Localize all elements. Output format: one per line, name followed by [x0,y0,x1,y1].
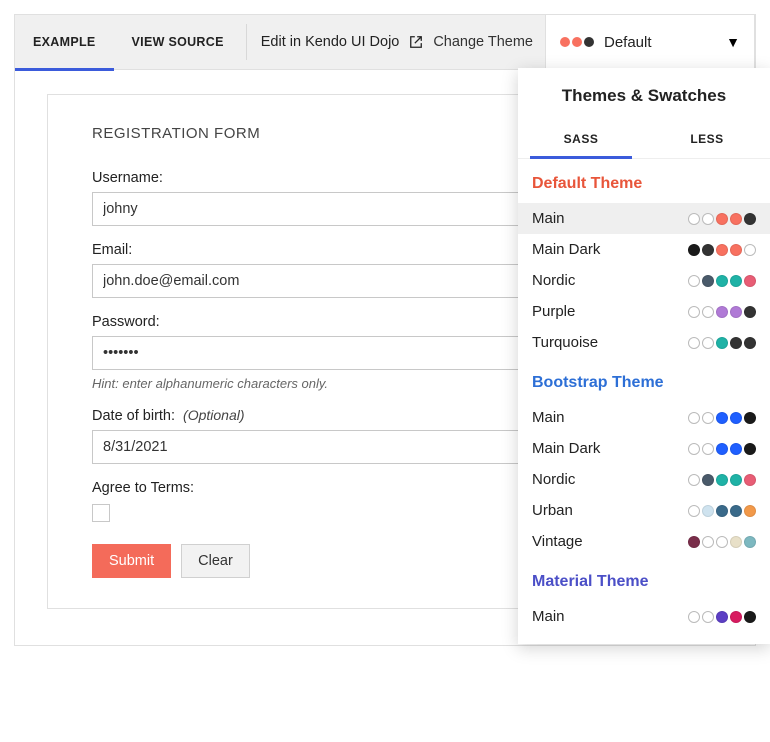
swatch-row[interactable]: Main [518,402,770,433]
chevron-down-icon: ▼ [726,34,740,50]
swatch-dots [688,213,756,225]
agree-checkbox[interactable] [92,504,110,522]
swatch-name: Urban [532,502,573,519]
swatch-row[interactable]: Nordic [518,464,770,495]
swatch-dots [688,611,756,623]
theme-section-title: Bootstrap Theme [518,358,770,402]
swatch-row[interactable]: Turquoise [518,327,770,358]
swatch-dots [688,337,756,349]
swatch-name: Main [532,608,565,625]
swatch-dots [688,536,756,548]
external-link-icon [409,35,423,49]
tab-example-label: EXAMPLE [33,35,96,49]
edit-in-dojo-label: Edit in Kendo UI Dojo [261,34,400,50]
swatch-dots [688,306,756,318]
edit-in-dojo-link[interactable]: Edit in Kendo UI Dojo [246,24,424,60]
popover-body[interactable]: Default Theme Main Main Dark Nordic Purple Tu… [518,159,770,644]
clear-button[interactable]: Clear [181,544,250,578]
swatch-dots [688,505,756,517]
swatch-row[interactable]: Vintage [518,526,770,557]
change-theme-label: Change Theme [433,34,533,50]
tab-example[interactable]: EXAMPLE [15,14,114,70]
swatch-dots [688,474,756,486]
dob-label-text: Date of birth: [92,408,175,424]
themes-popover: Themes & Swatches SASS LESS Default Them… [518,68,770,644]
swatch-row[interactable]: Main Dark [518,433,770,464]
swatch-dots [688,275,756,287]
swatch-dots [688,412,756,424]
dob-optional-text: (Optional) [183,407,244,423]
popover-tab-sass[interactable]: SASS [518,120,644,158]
swatch-dots [688,244,756,256]
popover-tab-sass-label: SASS [564,132,599,146]
swatch-row[interactable]: Purple [518,296,770,327]
submit-button[interactable]: Submit [92,544,171,578]
swatch-name: Nordic [532,471,575,488]
tab-view-source[interactable]: VIEW SOURCE [114,14,242,70]
swatch-name: Purple [532,303,575,320]
theme-selector-name: Default [604,34,652,51]
theme-selector-swatch-dots [560,37,594,47]
popover-tab-less[interactable]: LESS [644,120,770,158]
theme-section-title: Material Theme [518,557,770,601]
swatch-name: Main [532,210,565,227]
swatch-name: Main Dark [532,241,600,258]
swatch-name: Turquoise [532,334,598,351]
swatch-row[interactable]: Nordic [518,265,770,296]
swatch-name: Nordic [532,272,575,289]
swatch-name: Main [532,409,565,426]
popover-title: Themes & Swatches [518,68,770,120]
theme-selector[interactable]: Default ▼ [545,14,755,70]
popover-tabs: SASS LESS [518,120,770,159]
theme-section-title: Default Theme [518,159,770,203]
swatch-row[interactable]: Main [518,203,770,234]
tab-view-source-label: VIEW SOURCE [132,35,224,49]
swatch-row[interactable]: Main [518,601,770,632]
swatch-row[interactable]: Urban [518,495,770,526]
swatch-name: Main Dark [532,440,600,457]
swatch-dots [688,443,756,455]
toolbar: EXAMPLE VIEW SOURCE Edit in Kendo UI Doj… [14,14,756,70]
popover-tab-less-label: LESS [690,132,723,146]
swatch-row[interactable]: Main Dark [518,234,770,265]
swatch-name: Vintage [532,533,583,550]
